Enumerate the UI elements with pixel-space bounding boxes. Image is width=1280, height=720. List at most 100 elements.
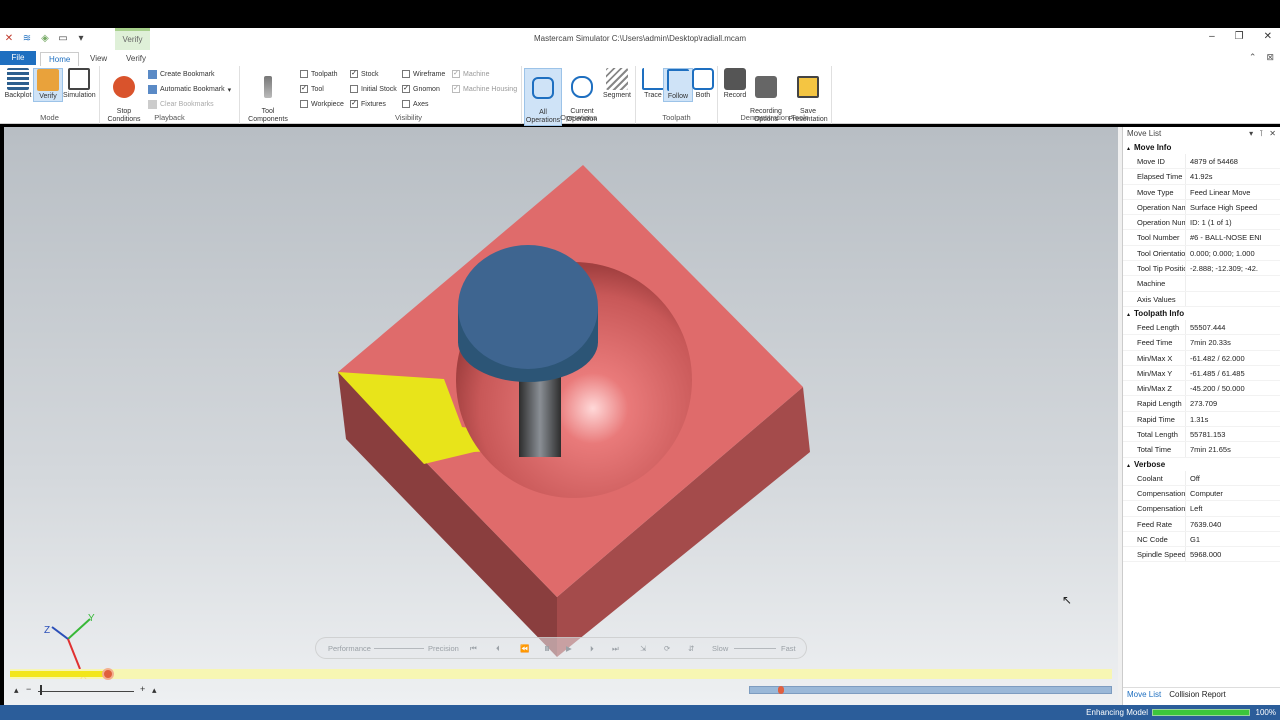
pause-icon[interactable]: ⏸ <box>544 641 550 656</box>
property-row[interactable]: Move ID 4879 of 54468 <box>1123 154 1280 170</box>
export-icon[interactable]: ⇵ <box>688 644 694 653</box>
tab-file[interactable]: File <box>0 51 36 65</box>
section-header[interactable]: ▴ Toolpath Info <box>1123 307 1280 320</box>
gnomon-checkbox[interactable]: ✓ Gnomon <box>402 85 440 93</box>
property-row[interactable]: Min/Max Y -61.485 / 61.485 <box>1123 365 1280 382</box>
property-row[interactable]: Axis Values <box>1123 291 1280 307</box>
machine-housing-checkbox[interactable]: ✓ Machine Housing <box>452 85 517 93</box>
stock-checkbox[interactable]: ✓ Stock <box>350 70 379 78</box>
tool-checkbox[interactable]: ✓ Tool <box>300 85 324 93</box>
operation-progress-knob[interactable] <box>778 686 784 694</box>
property-row[interactable]: Total Time 7min 21.65s <box>1123 442 1280 458</box>
zoom-minus-icon[interactable]: − <box>26 684 31 694</box>
close-icon[interactable]: ✕ <box>1264 31 1272 42</box>
property-row[interactable]: Min/Max Z -45.200 / 50.000 <box>1123 381 1280 397</box>
speed-slider[interactable] <box>734 648 776 649</box>
minimize-icon[interactable]: – <box>1209 31 1215 42</box>
property-row[interactable]: Spindle Speed 5968.000 <box>1123 547 1280 563</box>
property-row[interactable]: Elapsed Time 41.92s <box>1123 169 1280 185</box>
timeline-track[interactable] <box>10 669 1112 679</box>
skip-start-icon[interactable]: ⏮ <box>470 644 477 654</box>
property-row[interactable]: Compensation T Computer <box>1123 485 1280 502</box>
panel-pin-icon[interactable]: ⊺ <box>1259 129 1263 139</box>
tab-move-list[interactable]: Move List <box>1127 690 1161 701</box>
property-row[interactable]: Min/Max X -61.482 / 62.000 <box>1123 350 1280 366</box>
property-row[interactable]: Coolant Off <box>1123 470 1280 486</box>
panel-tabs: Move List Collision Report <box>1123 687 1280 701</box>
operation-progress-bar[interactable] <box>749 686 1112 694</box>
timeline-knob[interactable] <box>102 668 114 680</box>
play-icon[interactable]: ▶ <box>566 644 572 653</box>
refresh-icon[interactable]: ⟳ <box>664 644 670 653</box>
zoom-plus-icon[interactable]: + <box>140 684 145 694</box>
property-row[interactable]: Feed Time 7min 20.33s <box>1123 335 1280 351</box>
record-button[interactable]: Record <box>720 68 750 100</box>
ribbon-tab-row: File Home View Verify ⌃ ⊠ <box>0 50 1280 66</box>
initial-stock-checkbox[interactable]: Initial Stock <box>350 85 397 93</box>
automatic-bookmark-button[interactable]: Automatic Bookmark ▾ <box>148 85 231 94</box>
axes-checkbox[interactable]: Axes <box>402 100 429 108</box>
property-row[interactable]: Operation Name Surface High Speed <box>1123 199 1280 216</box>
property-name: Feed Rate <box>1123 516 1186 531</box>
collapse-icon[interactable]: ▴ <box>1127 146 1130 152</box>
collapse-ribbon-icon[interactable]: ⌃ <box>1249 52 1257 63</box>
loop-icon[interactable]: ⇲ <box>640 644 646 653</box>
help-icon[interactable]: ⊠ <box>1266 52 1274 63</box>
property-value: 55507.444 <box>1190 322 1226 332</box>
property-row[interactable]: Total Length 55781.153 <box>1123 427 1280 443</box>
restore-icon[interactable]: ❐ <box>1235 31 1244 42</box>
clear-bookmarks-button[interactable]: Clear Bookmarks <box>148 100 214 109</box>
bookmark-auto-icon <box>148 85 157 94</box>
simulation-viewport[interactable]: Y Z X Performance Precision ⏮ ⏴ ⏪ ⏸ ▶ ⏵ … <box>4 127 1118 705</box>
quality-slider[interactable] <box>374 648 424 649</box>
section-header[interactable]: ▴ Verbose <box>1123 458 1280 471</box>
fast-label: Fast <box>781 644 796 653</box>
verify-button[interactable]: Verify <box>33 68 63 102</box>
skip-end-icon[interactable]: ⏭ <box>612 644 619 654</box>
workpiece-checkbox[interactable]: Workpiece <box>300 100 344 108</box>
both-button[interactable]: Both <box>688 68 718 100</box>
tool-components-button[interactable]: Tool Components <box>246 68 290 124</box>
property-row[interactable]: Rapid Length 273.709 <box>1123 396 1280 412</box>
property-value: Off <box>1190 473 1200 483</box>
property-row[interactable]: Feed Length 55507.444 <box>1123 319 1280 336</box>
zoom-slider[interactable] <box>38 691 134 692</box>
tab-view[interactable]: View <box>82 52 115 66</box>
segment-button[interactable]: Segment <box>600 68 634 100</box>
zoom-in-small-icon[interactable]: ▴ <box>152 685 157 696</box>
toolpath-checkbox[interactable]: Toolpath <box>300 70 337 78</box>
property-row[interactable]: Move Type Feed Linear Move <box>1123 184 1280 200</box>
property-row[interactable]: Compensation D Left <box>1123 501 1280 517</box>
tab-home[interactable]: Home <box>40 52 80 66</box>
ribbon-corner-icons: ⌃ ⊠ <box>1249 52 1274 63</box>
property-row[interactable]: Tool Orientation 0.000; 0.000; 1.000 <box>1123 245 1280 262</box>
machine-checkbox[interactable]: ✓ Machine <box>452 70 489 78</box>
zoom-slider-thumb[interactable] <box>40 685 42 695</box>
panel-close-icon[interactable]: ✕ <box>1269 129 1276 139</box>
collapse-icon[interactable]: ▴ <box>1127 312 1130 318</box>
property-row[interactable]: Tool Number #6 - BALL-NOSE ENI <box>1123 230 1280 246</box>
property-row[interactable]: NC Code G1 <box>1123 531 1280 548</box>
tab-collision-report[interactable]: Collision Report <box>1169 690 1225 701</box>
playback-label: Playback <box>154 113 185 122</box>
tab-verify[interactable]: Verify <box>118 52 154 66</box>
create-bookmark-button[interactable]: Create Bookmark <box>148 70 214 79</box>
property-row[interactable]: Tool Tip Position -2.888; -12.309; -42. <box>1123 261 1280 277</box>
simulation-button[interactable]: Simulation <box>63 68 96 100</box>
step-back-icon[interactable]: ⏴ <box>496 644 500 654</box>
panel-dropdown-icon[interactable]: ▾ <box>1249 129 1253 139</box>
fixtures-checkbox[interactable]: ✓ Fixtures <box>350 100 386 108</box>
backplot-button[interactable]: Backplot <box>3 68 33 100</box>
wireframe-checkbox[interactable]: Wireframe <box>402 70 445 78</box>
collapse-icon[interactable]: ▴ <box>1127 463 1130 469</box>
property-row[interactable]: Feed Rate 7639.040 <box>1123 516 1280 532</box>
zoom-out-small-icon[interactable]: ▴ <box>14 685 19 696</box>
section-header[interactable]: ▴ Move Info <box>1123 141 1280 154</box>
step-forward-icon[interactable]: ⏵ <box>590 644 594 654</box>
property-row[interactable]: Operation Numb ID: 1 (1 of 1) <box>1123 215 1280 231</box>
property-row[interactable]: Machine <box>1123 276 1280 292</box>
rewind-icon[interactable]: ⏪ <box>520 644 529 653</box>
operations-group: All Operations Current Operation Segment… <box>522 66 636 126</box>
property-row[interactable]: Rapid Time 1.31s <box>1123 411 1280 428</box>
property-value: -2.888; -12.309; -42. <box>1190 264 1258 274</box>
